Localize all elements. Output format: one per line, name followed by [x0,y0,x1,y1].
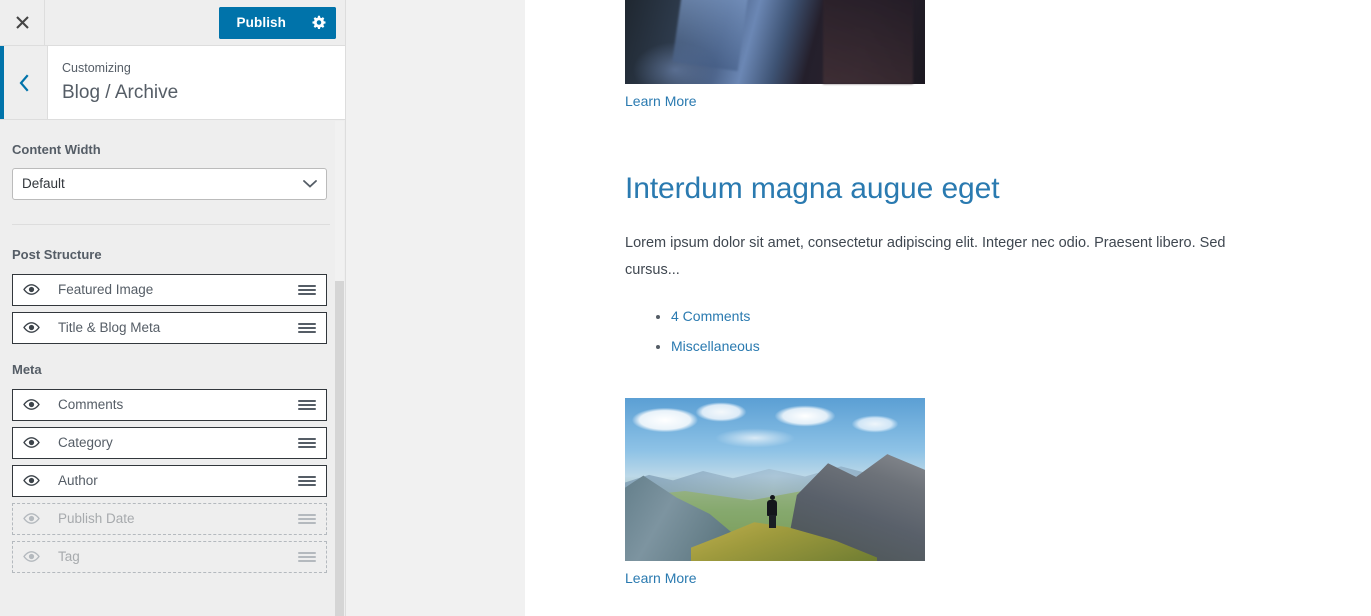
drag-handle-icon[interactable] [298,475,318,486]
panel-back-button[interactable] [0,46,48,119]
eye-icon [23,399,40,411]
panel-titles: Customizing Blog / Archive [48,46,345,119]
hiker-body [767,499,777,516]
customizer-topbar: Publish [0,0,345,46]
eye-icon [23,322,40,334]
sortable-item-author[interactable]: Author [12,464,327,497]
eye-icon [23,513,40,525]
list-item: Miscellaneous [671,332,1371,362]
eye-icon [23,437,40,449]
sidebar-scrollbar[interactable] [335,121,344,616]
content-width-control: Default [12,167,327,200]
drag-handle-icon[interactable] [298,284,318,295]
meta-list-control: Comments Category Author Publish Date Ta… [12,388,327,573]
post-featured-image[interactable] [625,0,925,84]
panel-eyebrow: Customizing [62,61,131,75]
sortable-item-label: Tag [58,548,80,564]
sky-clouds [625,398,925,467]
sortable-item-category[interactable]: Category [12,426,327,459]
visibility-toggle[interactable] [23,513,49,525]
customizer-sidebar: Publish Customizing Blog / Archive Conte… [0,0,346,616]
sortable-item-label: Category [58,434,113,450]
section-divider [12,223,330,225]
list-item: Learn More [625,0,1371,112]
post-structure-label: Post Structure [12,246,102,262]
hiker-legs [768,514,776,528]
sortable-item-label: Author [58,472,98,488]
post-featured-image[interactable] [625,398,925,562]
panel-body: Content Width Default Post Structure Fea… [0,120,345,616]
visibility-toggle[interactable] [23,322,49,334]
drag-handle-icon[interactable] [298,322,318,333]
post-structure-list: Featured Image Title & Blog Meta [12,273,327,344]
post-meta-list: 4 Comments Miscellaneous [625,302,1371,363]
visibility-toggle[interactable] [23,399,49,411]
meta-label: Meta [12,361,42,377]
content-width-label: Content Width [12,142,101,157]
publish-button[interactable]: Publish [218,6,302,39]
content-width-select[interactable]: Default [12,167,327,200]
post-title[interactable]: Interdum magna augue eget [625,170,1371,208]
close-customizer-button[interactable] [0,0,45,45]
panel-header: Customizing Blog / Archive [0,46,345,120]
sortable-item-featured-image[interactable]: Featured Image [12,273,327,306]
drag-handle-icon[interactable] [298,551,318,562]
drag-handle-icon[interactable] [298,399,318,410]
drag-handle-icon[interactable] [298,513,318,524]
sortable-item-title-blog-meta[interactable]: Title & Blog Meta [12,311,327,344]
eye-icon [23,551,40,563]
visibility-toggle[interactable] [23,475,49,487]
site-preview: Learn More Interdum magna augue eget Lor… [346,0,1371,616]
list-item: Interdum magna augue eget Lorem ipsum do… [625,170,1371,363]
list-item: 4 Comments [671,302,1371,332]
sortable-item-label: Comments [58,396,124,412]
post-list: Learn More Interdum magna augue eget Lor… [525,0,1371,589]
drag-handle-icon[interactable] [298,437,318,448]
learn-more-link[interactable]: Learn More [625,92,697,112]
post-meta-comments-link[interactable]: 4 Comments [671,308,750,324]
sortable-item-label: Publish Date [58,510,135,526]
eye-icon [23,475,40,487]
list-item: Learn More [625,398,1371,589]
sortable-item-label: Title & Blog Meta [58,320,161,336]
sortable-item-publish-date[interactable]: Publish Date [12,502,327,535]
learn-more-link[interactable]: Learn More [625,569,697,589]
close-icon [15,16,29,29]
page-title: Blog / Archive [62,81,179,103]
sortable-item-label: Featured Image [58,282,154,298]
preview-canvas: Learn More Interdum magna augue eget Lor… [525,0,1371,616]
visibility-toggle[interactable] [23,551,49,563]
visibility-toggle[interactable] [23,437,49,449]
eye-icon [23,284,40,296]
publish-group: Publish [218,6,336,39]
post-meta-category-link[interactable]: Miscellaneous [671,338,760,354]
chevron-left-icon [19,73,29,92]
customizer-app: Publish Customizing Blog / Archive Conte… [0,0,1371,616]
post-excerpt: Lorem ipsum dolor sit amet, consectetur … [625,235,1226,279]
gear-icon [311,15,325,30]
sortable-item-comments[interactable]: Comments [12,388,327,421]
sidebar-scrollbar-thumb[interactable] [335,281,344,616]
publish-settings-button[interactable] [302,6,336,39]
visibility-toggle[interactable] [23,284,49,296]
hiker-figure [766,494,778,529]
sortable-item-tag[interactable]: Tag [12,540,327,573]
